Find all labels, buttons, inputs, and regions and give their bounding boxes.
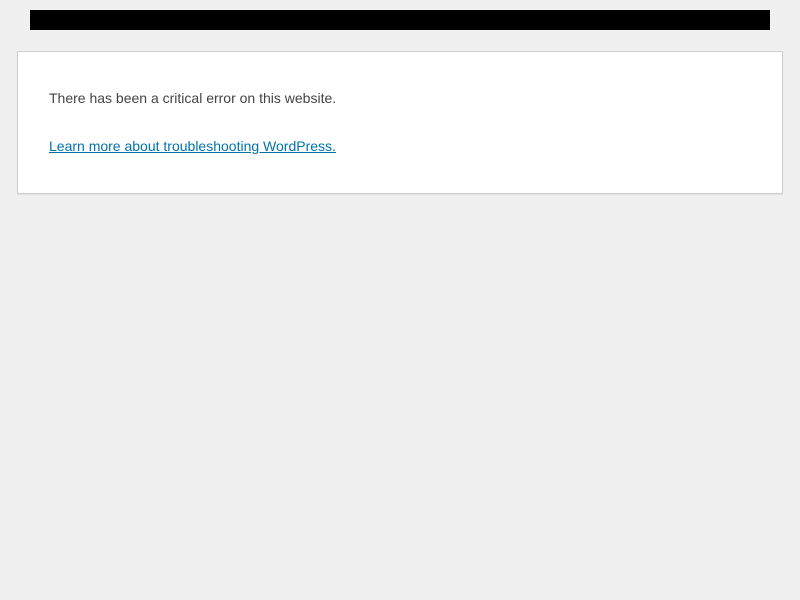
critical-error-card: There has been a critical error on this … [17, 51, 783, 194]
critical-error-message: There has been a critical error on this … [49, 88, 336, 109]
redacted-top-bar [30, 10, 770, 30]
troubleshooting-link-row: Learn more about troubleshooting WordPre… [49, 136, 336, 157]
troubleshooting-wordpress-link[interactable]: Learn more about troubleshooting WordPre… [49, 138, 336, 154]
wordpress-critical-error-page: There has been a critical error on this … [0, 0, 800, 600]
